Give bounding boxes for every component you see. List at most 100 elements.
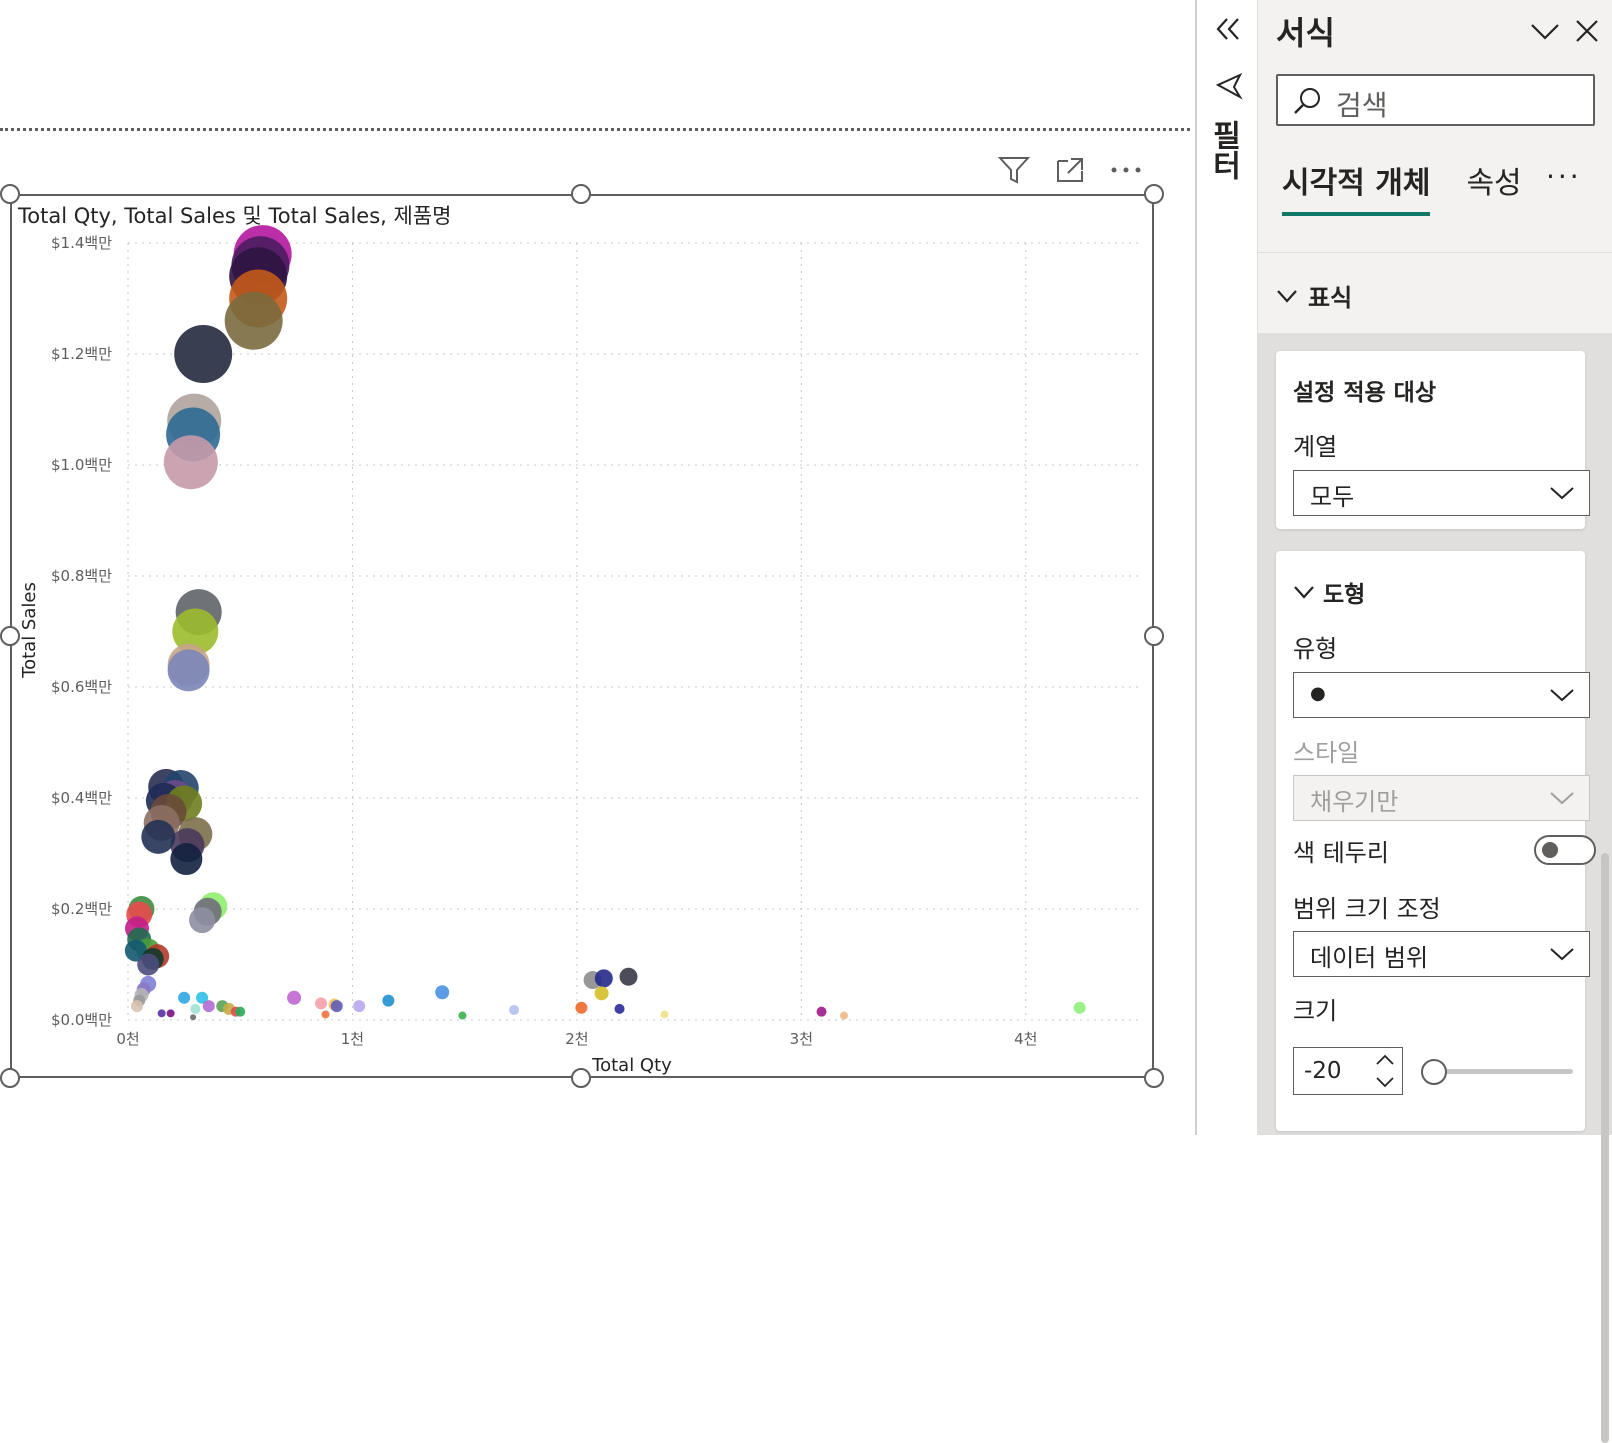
close-icon[interactable] (1570, 14, 1604, 48)
y-tick-label: $1.4백만 (51, 234, 112, 252)
data-point (163, 435, 218, 490)
data-point (287, 990, 302, 1005)
color-border-label: 색 테두리 (1293, 839, 1389, 867)
data-point (189, 907, 216, 934)
data-point (839, 1011, 848, 1020)
x-tick-label: 3천 (790, 1030, 813, 1048)
format-pane: 서식 검색 시각적 개체 속성 ··· 표식 설정 적용 대상 계열 모두 도형… (1257, 0, 1612, 1443)
y-tick-label: $0.2백만 (51, 900, 112, 918)
more-tabs-button[interactable]: ··· (1546, 160, 1582, 193)
type-dropdown[interactable]: ● (1293, 672, 1590, 718)
x-tick-label: 1천 (341, 1030, 364, 1048)
type-label: 유형 (1293, 635, 1338, 663)
data-point (1073, 1001, 1086, 1014)
data-point (202, 1000, 215, 1013)
filter-pane-icon[interactable] (1211, 70, 1245, 104)
data-point (321, 1010, 330, 1019)
scatter-plot: $0.0백만 $0.2백만 $0.4백만 $0.6백만 $0.8백만 $1.0백만 $1.2… (19, 225, 1138, 1076)
data-point (330, 1000, 343, 1013)
range-scaling-dropdown[interactable]: 데이터 범위 (1293, 931, 1590, 977)
data-point (660, 1010, 669, 1019)
section-markers-label: 표식 (1308, 284, 1353, 312)
search-icon (1294, 88, 1320, 114)
y-tick-label: $0.6백만 (51, 678, 112, 696)
y-tick-label: $0.4백만 (51, 789, 112, 807)
size-stepper[interactable]: -20 (1293, 1047, 1403, 1095)
data-point (382, 994, 395, 1007)
data-point (130, 1000, 143, 1013)
data-point (594, 969, 613, 988)
data-point (458, 1011, 467, 1020)
filter-pane-label[interactable]: 필터 (1206, 120, 1245, 180)
size-label: 크기 (1293, 997, 1338, 1025)
pane-divider (1258, 252, 1612, 253)
filter-pane-collapsed: 필터 (1195, 0, 1259, 1135)
data-point (594, 986, 609, 1001)
pane-title: 서식 (1276, 14, 1335, 52)
range-scaling-value: 데이터 범위 (1310, 944, 1429, 972)
chevron-down-icon (1294, 586, 1314, 599)
tab-general[interactable]: 속성 (1466, 158, 1521, 212)
data-point (235, 1006, 246, 1017)
data-point (137, 953, 160, 976)
y-tick-label: $0.0백만 (51, 1011, 112, 1029)
data-point (575, 1001, 588, 1014)
data-point (166, 1009, 175, 1018)
data-point (224, 291, 283, 350)
chevron-down-icon (1550, 948, 1574, 961)
data-point (315, 997, 328, 1010)
x-tick-label: 4천 (1014, 1030, 1037, 1048)
x-axis-title: Total Qty (591, 1055, 672, 1076)
shape-card: 도형 유형 ● 스타일 채우기만 색 테두리 범위 크기 조정 데이터 범위 크… (1276, 551, 1596, 1131)
data-point (170, 843, 203, 876)
data-point (174, 325, 233, 383)
pane-tabs: 시각적 개체 속성 (1282, 158, 1522, 216)
size-slider-track[interactable] (1433, 1069, 1573, 1074)
color-border-toggle[interactable] (1534, 835, 1596, 865)
chevron-down-icon (1550, 689, 1574, 702)
y-axis-title: Total Sales (19, 582, 40, 679)
chevron-down-icon (1277, 289, 1297, 303)
apply-settings-title: 설정 적용 대상 (1293, 380, 1436, 406)
tab-visual[interactable]: 시각적 개체 (1282, 158, 1431, 216)
style-dropdown: 채우기만 (1293, 775, 1590, 821)
y-tick-label: $1.0백만 (51, 456, 112, 474)
y-tick-label: $0.8백만 (51, 567, 112, 585)
report-canvas: Total Qty, Total Sales 및 Total Sales, 제품… (0, 0, 1195, 1135)
chevron-down-icon[interactable] (1374, 1072, 1396, 1092)
x-tick-label: 2천 (565, 1030, 588, 1048)
data-point (167, 649, 210, 692)
data-point (614, 1003, 625, 1014)
chevron-up-icon[interactable] (1374, 1050, 1396, 1070)
range-scaling-label: 범위 크기 조정 (1293, 895, 1441, 923)
series-label: 계열 (1293, 433, 1338, 461)
shape-card-title: 도형 (1323, 582, 1366, 608)
data-point (509, 1005, 520, 1016)
expand-pane-icon[interactable] (1211, 12, 1245, 46)
data-point (141, 819, 176, 854)
format-pane-header: 서식 검색 시각적 개체 속성 ··· (1258, 0, 1612, 250)
chevron-down-icon[interactable] (1528, 14, 1562, 48)
toggle-knob (1542, 842, 1558, 858)
pane-scrollbar[interactable] (1601, 853, 1609, 1443)
data-point (178, 991, 191, 1004)
style-label: 스타일 (1293, 739, 1360, 767)
type-dropdown-value: ● (1310, 683, 1326, 704)
y-tick-label: $1.2백만 (51, 345, 112, 363)
chevron-down-icon (1550, 792, 1574, 805)
shape-card-header[interactable]: 도형 (1293, 575, 1365, 609)
size-slider-thumb[interactable] (1421, 1059, 1447, 1085)
data-point (619, 967, 638, 986)
data-point (157, 1009, 166, 1018)
search-placeholder: 검색 (1336, 89, 1388, 122)
pane-body: 설정 적용 대상 계열 모두 도형 유형 ● 스타일 채우기만 색 테두리 범위… (1258, 333, 1612, 1443)
chevron-down-icon (1550, 487, 1574, 500)
data-point (190, 1014, 197, 1021)
series-dropdown[interactable]: 모두 (1293, 470, 1590, 516)
data-point (353, 1000, 366, 1013)
data-point (435, 985, 450, 1000)
search-input[interactable]: 검색 (1276, 74, 1595, 126)
data-point (190, 1003, 201, 1014)
section-markers-header[interactable]: 표식 (1276, 278, 1352, 313)
apply-settings-card: 설정 적용 대상 계열 모두 (1276, 351, 1590, 529)
